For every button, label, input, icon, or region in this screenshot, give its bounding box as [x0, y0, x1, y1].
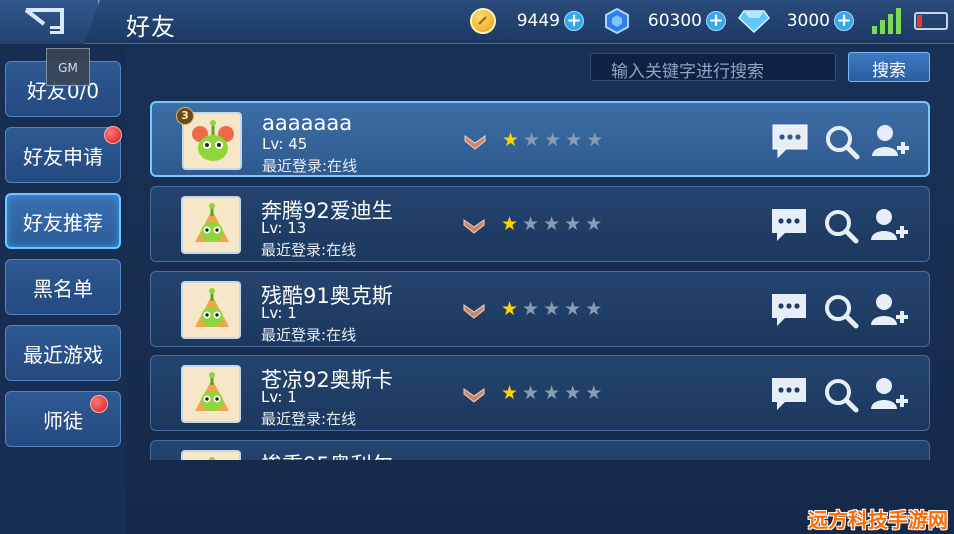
friend-row[interactable]: 惨重95奥利尔	[150, 440, 930, 460]
view-profile-button[interactable]	[821, 291, 861, 329]
star-empty-icon: ★	[564, 298, 582, 320]
rank-chevron-icon	[463, 388, 485, 403]
star-filled-icon: ★	[502, 129, 520, 151]
star-filled-icon: ★	[501, 298, 519, 320]
star-rating: ★ ★ ★ ★ ★	[502, 131, 603, 150]
sidebar-item-label: 好友推荐	[23, 210, 103, 235]
notification-dot	[104, 126, 122, 144]
chat-button[interactable]	[770, 122, 810, 160]
rank-chevron-icon	[464, 135, 486, 150]
star-empty-icon: ★	[585, 213, 603, 235]
avatar	[181, 365, 241, 423]
star-empty-icon: ★	[543, 213, 561, 235]
sidebar-item-friend-requests[interactable]: 好友申请	[5, 126, 122, 183]
diamond-icon	[738, 8, 770, 34]
rank-chevron-icon	[463, 304, 485, 319]
star-empty-icon: ★	[564, 382, 582, 404]
view-profile-button[interactable]	[821, 375, 861, 413]
add-friend-button[interactable]	[870, 122, 910, 160]
chat-button[interactable]	[769, 206, 809, 244]
friend-row[interactable]: 3 aaaaaaa Lv: 45 最近登录:在线 ★ ★ ★ ★ ★	[150, 101, 930, 177]
star-empty-icon: ★	[586, 129, 604, 151]
friend-row[interactable]: 残酷91奥克斯 Lv: 1 最近登录:在线 ★ ★ ★ ★ ★	[150, 271, 930, 347]
gm-button[interactable]: GM	[46, 48, 90, 86]
diamond-value: 3000	[786, 11, 830, 31]
crystal-value: 60300	[647, 11, 702, 31]
battery-icon	[914, 12, 948, 30]
back-button[interactable]	[0, 0, 100, 44]
search-button[interactable]: 搜索	[848, 52, 930, 82]
page-title: 好友	[126, 13, 176, 41]
star-empty-icon: ★	[564, 213, 582, 235]
avatar	[181, 281, 241, 339]
avatar	[181, 196, 241, 254]
friend-level: Lv: 13	[261, 219, 307, 237]
add-friend-button[interactable]	[869, 375, 909, 413]
friend-level: Lv: 1	[261, 304, 297, 322]
star-empty-icon: ★	[543, 298, 561, 320]
add-friend-button[interactable]	[869, 291, 909, 329]
friend-name: 惨重95奥利尔	[261, 449, 393, 460]
star-empty-icon: ★	[523, 129, 541, 151]
star-empty-icon: ★	[543, 382, 561, 404]
notification-dot	[90, 395, 108, 413]
chat-button[interactable]	[769, 375, 809, 413]
friend-level: Lv: 1	[261, 388, 297, 406]
add-crystal-button[interactable]: +	[706, 11, 726, 31]
star-rating: ★ ★ ★ ★ ★	[501, 215, 602, 234]
add-friend-button[interactable]	[869, 206, 909, 244]
add-diamond-button[interactable]: +	[834, 11, 854, 31]
view-profile-button[interactable]	[822, 122, 862, 160]
star-filled-icon: ★	[501, 213, 519, 235]
sidebar-item-blacklist[interactable]: 黑名单	[5, 259, 121, 315]
friend-last-login: 最近登录:在线	[261, 410, 357, 428]
sidebar-item-recent-games[interactable]: 最近游戏	[5, 325, 121, 381]
sidebar-item-label: 好友申请	[23, 144, 103, 169]
sidebar-item-recommended[interactable]: 好友推荐	[5, 193, 121, 249]
friend-level: Lv: 45	[262, 135, 308, 153]
star-empty-icon: ★	[522, 298, 540, 320]
friend-list[interactable]: 3 aaaaaaa Lv: 45 最近登录:在线 ★ ★ ★ ★ ★ 奔腾92爱迪生 L…	[150, 98, 932, 460]
top-bar: 好友 9449 + 60300 + 3000 +	[0, 0, 954, 44]
rank-chevron-icon	[463, 219, 485, 234]
friend-row[interactable]: 奔腾92爱迪生 Lv: 13 最近登录:在线 ★ ★ ★ ★ ★	[150, 186, 930, 262]
sidebar-item-label: 黑名单	[33, 276, 93, 301]
sidebar: 好友0/0 好友申请 好友推荐 黑名单 最近游戏 师徒	[0, 44, 126, 534]
friend-last-login: 最近登录:在线	[262, 157, 358, 175]
signal-icon	[872, 8, 902, 34]
blue-crystal-icon	[604, 8, 630, 34]
gold-value: 9449	[516, 11, 560, 31]
crystal-currency: 60300 +	[604, 7, 726, 35]
star-filled-icon: ★	[501, 382, 519, 404]
add-gold-button[interactable]: +	[564, 11, 584, 31]
friend-last-login: 最近登录:在线	[261, 241, 357, 259]
view-profile-button[interactable]	[821, 206, 861, 244]
star-empty-icon: ★	[522, 213, 540, 235]
star-empty-icon: ★	[585, 382, 603, 404]
star-empty-icon: ★	[522, 382, 540, 404]
diamond-currency: 3000 +	[738, 7, 854, 35]
sidebar-item-label: 最近游戏	[23, 342, 103, 367]
rank-badge: 3	[176, 107, 194, 125]
watermark: 远方科技手游网	[808, 508, 948, 532]
star-rating: ★ ★ ★ ★ ★	[501, 384, 602, 403]
search-input[interactable]: 输入关键字进行搜索	[590, 53, 836, 82]
sidebar-item-mentor[interactable]: 师徒	[5, 391, 121, 447]
friend-last-login: 最近登录:在线	[261, 326, 357, 344]
star-empty-icon: ★	[585, 298, 603, 320]
gold-coin-icon	[470, 8, 496, 34]
star-empty-icon: ★	[544, 129, 562, 151]
sidebar-item-label: 师徒	[43, 408, 83, 433]
gold-currency: 9449 +	[470, 7, 584, 35]
friend-name: aaaaaaa	[262, 111, 353, 135]
star-empty-icon: ★	[565, 129, 583, 151]
avatar	[181, 450, 241, 460]
friend-row[interactable]: 苍凉92奥斯卡 Lv: 1 最近登录:在线 ★ ★ ★ ★ ★	[150, 355, 930, 431]
star-rating: ★ ★ ★ ★ ★	[501, 300, 602, 319]
chat-button[interactable]	[769, 291, 809, 329]
back-arrow-icon	[24, 8, 64, 34]
